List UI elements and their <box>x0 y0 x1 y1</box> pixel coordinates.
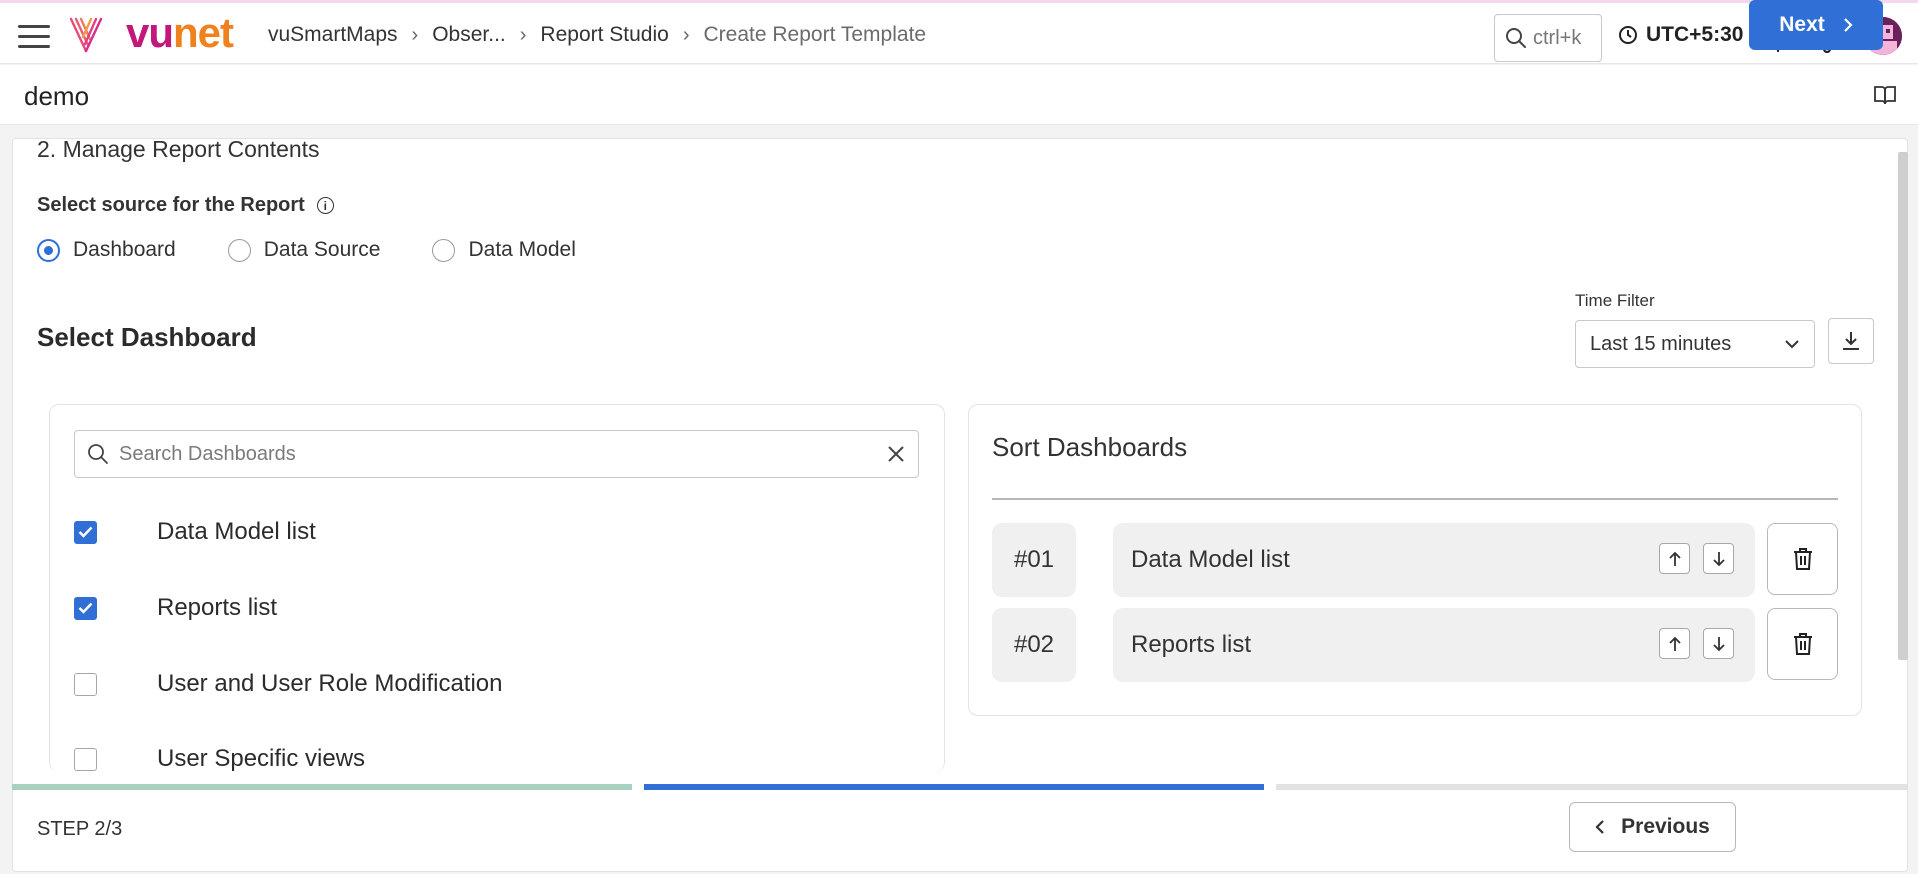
move-down-button[interactable] <box>1703 628 1734 659</box>
clock-icon <box>1619 26 1637 44</box>
arrow-down-icon <box>1712 636 1725 651</box>
sort-row: #02 Reports list <box>992 608 1838 682</box>
docs-book-icon[interactable] <box>1873 84 1897 111</box>
logo[interactable] <box>68 15 104 55</box>
list-item-label: User and User Role Modification <box>157 670 503 697</box>
sort-row: #01 Data Model list <box>992 523 1838 597</box>
previous-button-label: Previous <box>1621 815 1710 838</box>
checkbox[interactable] <box>74 672 97 696</box>
checkbox-checked[interactable] <box>74 520 97 544</box>
list-item[interactable]: User Specific views <box>74 745 365 773</box>
sort-dashboards-title: Sort Dashboards <box>992 432 1188 462</box>
timezone-display[interactable]: UTC+5:30 <box>1618 23 1743 47</box>
time-filter-select[interactable]: Last 15 minutes <box>1575 320 1815 368</box>
time-filter-value: Last 15 minutes <box>1590 332 1732 355</box>
trash-icon <box>1793 633 1812 655</box>
delete-button[interactable] <box>1767 608 1838 680</box>
page-header: demo <box>0 65 1918 125</box>
list-item-label: Data Model list <box>157 518 316 545</box>
radio-label: Dashboard <box>73 238 176 261</box>
arrow-up-icon <box>1668 636 1681 651</box>
list-item-label: Reports list <box>157 594 278 621</box>
divider <box>992 498 1838 500</box>
sort-row-number: #02 <box>992 608 1076 682</box>
move-down-button[interactable] <box>1703 543 1734 574</box>
breadcrumb-item-observability[interactable]: Obser... <box>432 23 506 47</box>
sort-row-name[interactable]: Reports list <box>1113 608 1755 682</box>
vunet-logo-icon <box>69 17 103 53</box>
list-item[interactable]: User and User Role Modification <box>74 670 502 698</box>
step-indicator: STEP 2/3 <box>37 818 123 840</box>
breadcrumb-item-current: Create Report Template <box>703 23 927 46</box>
sort-row-name[interactable]: Data Model list <box>1113 523 1755 597</box>
search-icon <box>1506 28 1526 48</box>
info-icon[interactable]: i <box>316 197 334 214</box>
page-title: demo <box>24 81 90 111</box>
chevron-right-icon: › <box>682 23 690 46</box>
download-button[interactable] <box>1828 318 1874 364</box>
delete-button[interactable] <box>1767 523 1838 595</box>
list-item-label: User Specific views <box>157 745 366 772</box>
chevron-down-icon <box>1785 340 1799 349</box>
chevron-left-icon <box>1595 820 1604 834</box>
source-label: Select source for the Report i <box>37 194 334 217</box>
sort-row-number: #01 <box>992 523 1076 597</box>
radio-dot-selected[interactable] <box>37 238 60 262</box>
radio-dot[interactable] <box>227 238 251 262</box>
radio-dashboard[interactable]: Dashboard <box>37 238 176 262</box>
source-radio-group: Dashboard Data Source Data Model <box>37 238 628 262</box>
breadcrumb-item-report-studio[interactable]: Report Studio <box>540 23 668 47</box>
chevron-right-icon: › <box>519 23 527 46</box>
next-button-label: Next <box>1779 13 1825 36</box>
close-icon[interactable] <box>886 444 906 464</box>
global-search-input[interactable]: ctrl+k <box>1494 14 1602 62</box>
chevron-right-icon: › <box>411 23 419 46</box>
search-icon <box>88 444 108 464</box>
menu-icon[interactable] <box>18 25 50 48</box>
next-button[interactable]: Next <box>1749 0 1883 50</box>
sort-row-label: Data Model list <box>1131 546 1290 573</box>
list-item[interactable]: Reports list <box>74 594 277 622</box>
radio-label: Data Model <box>468 238 576 261</box>
arrow-down-icon <box>1712 551 1725 566</box>
dashboard-search-field[interactable] <box>74 430 919 478</box>
breadcrumb-item-vusmartmaps[interactable]: vuSmartMaps <box>268 23 398 47</box>
step-progress-2 <box>644 784 1264 790</box>
radio-label: Data Source <box>263 238 381 261</box>
arrow-up-icon <box>1668 551 1681 566</box>
search-shortcut-text: ctrl+k <box>1533 26 1582 49</box>
logo-text: vunet <box>126 9 234 56</box>
scrollbar[interactable] <box>1898 152 1908 660</box>
radio-dot[interactable] <box>432 238 456 262</box>
radio-data-source[interactable]: Data Source <box>227 238 381 262</box>
check-icon <box>78 602 93 614</box>
breadcrumb: vuSmartMaps › Obser... › Report Studio ›… <box>268 23 926 47</box>
download-icon <box>1843 332 1859 350</box>
radio-data-model[interactable]: Data Model <box>432 238 576 262</box>
check-icon <box>78 526 93 538</box>
checkbox-checked[interactable] <box>74 596 97 620</box>
top-bar: vunet vuSmartMaps › Obser... › Report St… <box>0 0 1918 64</box>
chevron-right-icon <box>1843 18 1853 32</box>
time-filter-label: Time Filter <box>1575 291 1655 310</box>
dashboard-search-input[interactable] <box>119 442 859 466</box>
list-item[interactable]: Data Model list <box>74 518 316 546</box>
select-dashboard-heading: Select Dashboard <box>37 322 257 352</box>
source-label-text: Select source for the Report <box>37 194 305 216</box>
timezone-text: UTC+5:30 <box>1646 23 1744 46</box>
checkbox[interactable] <box>74 747 97 771</box>
previous-button[interactable]: Previous <box>1569 802 1736 852</box>
trash-icon <box>1793 548 1812 570</box>
move-up-button[interactable] <box>1659 628 1690 659</box>
step-title: 2. Manage Report Contents <box>37 136 320 162</box>
step-progress-3 <box>1276 784 1908 790</box>
move-up-button[interactable] <box>1659 543 1690 574</box>
step-progress-1 <box>12 784 632 790</box>
sort-row-label: Reports list <box>1131 631 1252 658</box>
